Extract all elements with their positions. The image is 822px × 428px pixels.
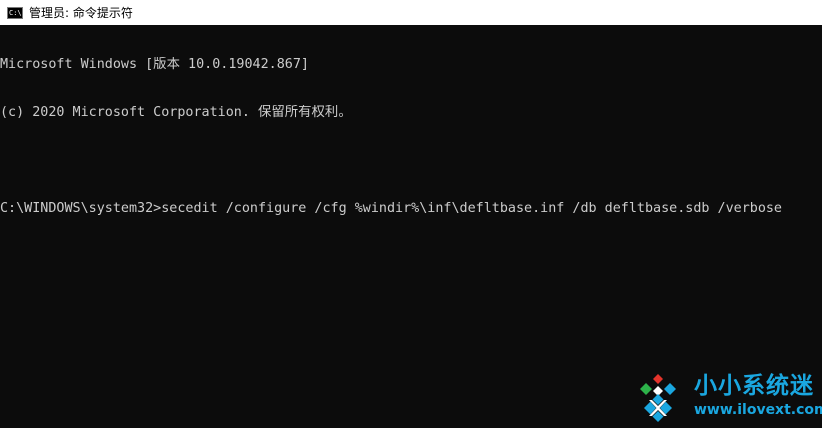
command-prompt-window: C:\ 管理员: 命令提示符 Microsoft Windows [版本 10.…	[0, 0, 822, 428]
watermark-url: www.ilovext.com	[694, 402, 822, 418]
console-output[interactable]: Microsoft Windows [版本 10.0.19042.867] (c…	[0, 25, 822, 428]
console-icon[interactable]: C:\	[7, 6, 23, 19]
console-line-copyright: (c) 2020 Microsoft Corporation. 保留所有权利。	[0, 105, 352, 120]
watermark-logo-icon	[640, 374, 676, 422]
title-bar[interactable]: C:\ 管理员: 命令提示符	[0, 0, 822, 25]
console-line-version: Microsoft Windows [版本 10.0.19042.867]	[0, 57, 309, 72]
window-title: 管理员: 命令提示符	[29, 6, 133, 20]
watermark-title: 小小系统迷	[694, 373, 814, 399]
watermark: 小小系统迷 www.ilovext.com	[633, 370, 822, 426]
command-line[interactable]: C:\WINDOWS\system32>secedit /configure /…	[0, 201, 822, 217]
